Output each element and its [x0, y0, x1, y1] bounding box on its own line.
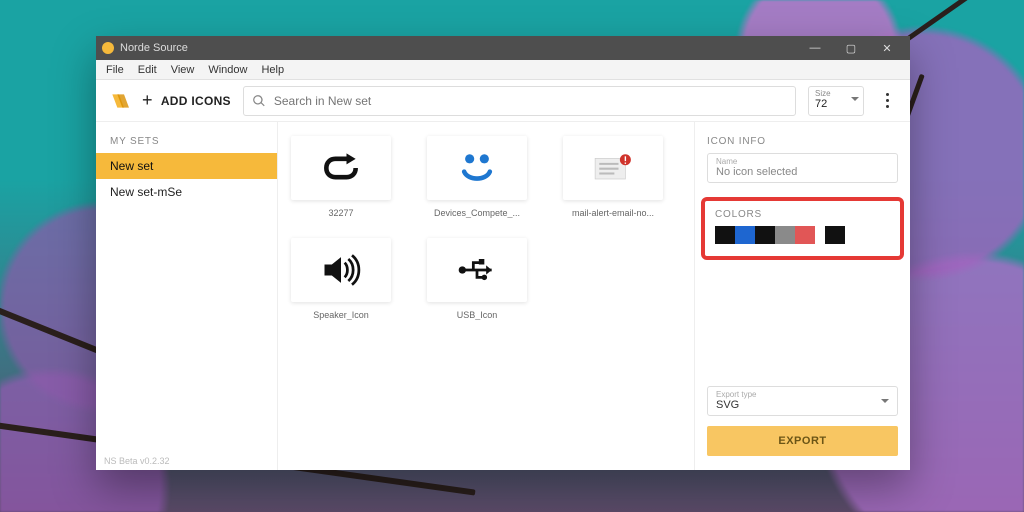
- speaker-icon: [319, 248, 363, 292]
- menu-edit[interactable]: Edit: [132, 62, 163, 78]
- name-label: Name: [716, 158, 889, 166]
- search-box[interactable]: [243, 86, 796, 116]
- sidebar-item-label: New set-mSe: [110, 185, 182, 199]
- icon-name: mail-alert-email-no...: [572, 208, 654, 218]
- export-type-select[interactable]: Export type SVG: [707, 386, 898, 416]
- export-type-label: Export type: [716, 391, 889, 399]
- menu-file[interactable]: File: [100, 62, 130, 78]
- add-icons-label: ADD ICONS: [161, 94, 231, 108]
- app-icon: [102, 42, 114, 54]
- export-button-label: EXPORT: [778, 435, 826, 447]
- color-swatches: [715, 226, 890, 244]
- name-value: No icon selected: [716, 166, 889, 178]
- icon-tile[interactable]: mail-alert-email-no...: [556, 136, 670, 218]
- colors-heading: COLORS: [715, 209, 890, 220]
- sidebar-heading: MY SETS: [96, 136, 277, 153]
- color-swatch[interactable]: [755, 226, 775, 244]
- chevron-down-icon: [881, 399, 889, 407]
- menu-bar: File Edit View Window Help: [96, 60, 910, 80]
- icon-name-field[interactable]: Name No icon selected: [707, 153, 898, 183]
- icon-tile[interactable]: Speaker_Icon: [284, 238, 398, 320]
- app-window: Norde Source — ▢ ✕ File Edit View Window…: [96, 36, 910, 470]
- chevron-down-icon: [851, 97, 859, 105]
- icon-tile[interactable]: USB_Icon: [420, 238, 534, 320]
- add-icons-button[interactable]: + ADD ICONS: [142, 90, 231, 111]
- smile-icon: [455, 146, 499, 190]
- app-logo-icon: [108, 90, 130, 112]
- color-swatch[interactable]: [735, 226, 755, 244]
- icon-tile[interactable]: Devices_Compete_...: [420, 136, 534, 218]
- menu-help[interactable]: Help: [255, 62, 290, 78]
- sidebar: MY SETS New set New set-mSe NS Beta v0.2…: [96, 122, 278, 470]
- color-swatch[interactable]: [715, 226, 735, 244]
- window-title: Norde Source: [120, 42, 188, 54]
- overflow-menu-button[interactable]: [876, 86, 898, 116]
- menu-view[interactable]: View: [165, 62, 201, 78]
- color-swatch[interactable]: [795, 226, 815, 244]
- colors-section-highlight: COLORS: [701, 197, 904, 260]
- toolbar: + ADD ICONS Size 72: [96, 80, 910, 122]
- icon-name: 32277: [328, 208, 353, 218]
- export-type-value: SVG: [716, 399, 889, 411]
- color-swatch[interactable]: [775, 226, 795, 244]
- refresh-icon: [319, 146, 363, 190]
- icon-name: Devices_Compete_...: [434, 208, 520, 218]
- color-swatch[interactable]: [825, 226, 845, 244]
- icon-thumbnail: [291, 238, 391, 302]
- icon-thumbnail: [291, 136, 391, 200]
- export-button[interactable]: EXPORT: [707, 426, 898, 456]
- mail-alert-icon: [591, 146, 635, 190]
- sidebar-item-label: New set: [110, 159, 153, 173]
- icon-grid: 32277 Devices_Compete_... mail-alert-ema…: [278, 122, 694, 470]
- menu-window[interactable]: Window: [202, 62, 253, 78]
- icon-thumbnail: [427, 238, 527, 302]
- search-icon: [252, 94, 266, 108]
- icon-info-heading: ICON INFO: [707, 136, 898, 147]
- icon-name: USB_Icon: [457, 310, 498, 320]
- search-input[interactable]: [274, 94, 787, 108]
- usb-icon: [455, 248, 499, 292]
- sidebar-item-set[interactable]: New set: [96, 153, 277, 179]
- icon-name: Speaker_Icon: [313, 310, 369, 320]
- icon-thumbnail: [427, 136, 527, 200]
- maximize-button[interactable]: ▢: [834, 38, 868, 58]
- titlebar[interactable]: Norde Source — ▢ ✕: [96, 36, 910, 60]
- close-button[interactable]: ✕: [870, 38, 904, 58]
- sidebar-item-set[interactable]: New set-mSe: [96, 179, 277, 205]
- minimize-button[interactable]: —: [798, 38, 832, 58]
- inspector-panel: ICON INFO Name No icon selected COLORS E…: [694, 122, 910, 470]
- plus-icon: +: [142, 90, 153, 111]
- version-label: NS Beta v0.2.32: [104, 456, 170, 466]
- icon-thumbnail: [563, 136, 663, 200]
- icon-tile[interactable]: 32277: [284, 136, 398, 218]
- size-select[interactable]: Size 72: [808, 86, 864, 116]
